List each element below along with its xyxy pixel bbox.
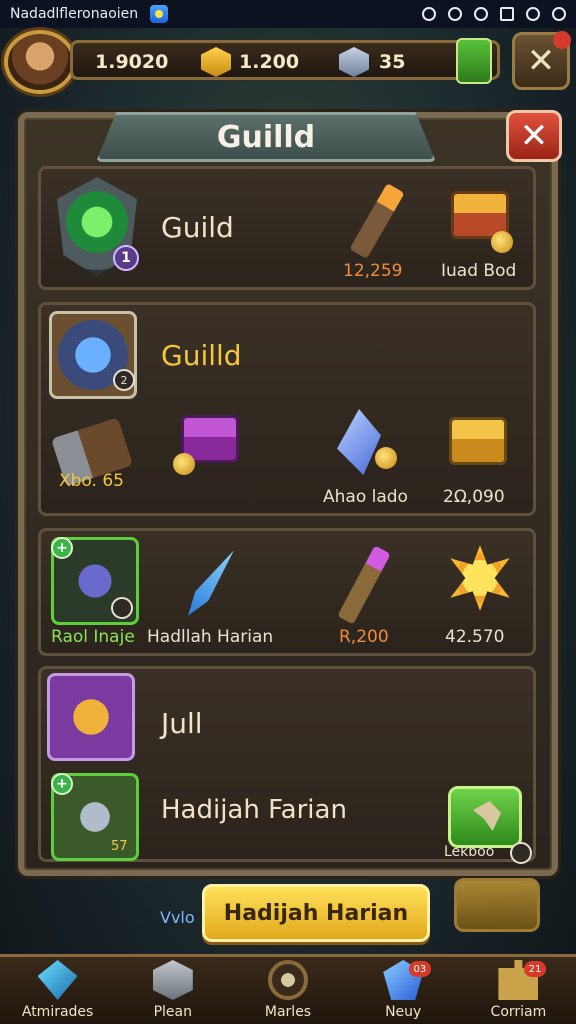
ring-icon <box>268 960 308 1000</box>
card-heading: Jull <box>161 707 203 740</box>
close-icon: ✕ <box>519 116 549 156</box>
resource-strip: 1.9020 1.200 35 <box>70 40 500 80</box>
nav-label: Neuy <box>385 1004 422 1020</box>
box-icon <box>152 960 193 1000</box>
coin-icon <box>491 231 513 253</box>
coin-icon <box>173 453 195 475</box>
clock-icon <box>510 842 532 864</box>
item-label: Ahao lado <box>323 487 408 507</box>
signal-icon <box>500 7 514 21</box>
claim-button[interactable] <box>448 786 522 848</box>
sync-icon <box>448 7 462 21</box>
coin-count: 1.9020 <box>95 51 169 73</box>
app-badge-icon <box>150 5 169 23</box>
status-title: Nadadlfleronaoien <box>10 6 139 22</box>
magic-wand-icon <box>337 545 391 625</box>
resource-bar: 1.9020 1.200 35 ✕ <box>0 30 576 94</box>
bottom-nav: Atmirades Plean Marles 03 Neuy 21 Corria… <box>0 954 576 1024</box>
background-text: Vvlo <box>160 908 195 927</box>
status-bar: Nadadlfleronaoien <box>0 0 576 28</box>
notification-badge: 21 <box>524 961 547 977</box>
nav-item-neuy[interactable]: 03 Neuy <box>346 957 461 1024</box>
notification-badge <box>553 31 571 49</box>
nav-item-plean[interactable]: Plean <box>115 957 230 1024</box>
gem-icon <box>37 960 78 1000</box>
item-value: R,200 <box>339 627 389 647</box>
item-value: 42.570 <box>445 627 505 647</box>
gem-count: 35 <box>379 51 406 73</box>
panel-close-button[interactable]: ✕ <box>506 110 562 162</box>
item-label: Xbo. 65 <box>59 471 124 491</box>
nav-label: Marles <box>264 1004 312 1020</box>
guild-card-1[interactable]: 1 Guild 12,259 Iuad Bod <box>38 166 536 290</box>
nav-item-corriam[interactable]: 21 Corriam <box>461 957 576 1024</box>
claim-button-label: Lekboo <box>444 844 495 860</box>
daily-button[interactable]: Hadijah Harian <box>202 884 430 942</box>
close-icon: ✕ <box>526 41 556 81</box>
level-badge: 1 <box>113 245 139 271</box>
item-label: Raol Inaje <box>51 627 135 647</box>
sun-emblem-icon <box>450 545 510 611</box>
nav-item-marles[interactable]: Marles <box>230 957 345 1024</box>
card-heading: Guild <box>161 211 234 244</box>
notification-badge: 03 <box>408 961 431 977</box>
treasure-chest-icon <box>47 673 135 761</box>
plus-icon: + <box>51 773 73 795</box>
ring-badge-icon <box>111 597 133 619</box>
item-label: Hadllah Harian <box>147 627 274 647</box>
item-value: 12,259 <box>343 261 403 281</box>
nav-label: Plean <box>153 1004 192 1020</box>
torch-icon <box>349 183 405 259</box>
status-icons <box>422 7 566 21</box>
card-subheading: Hadijah Farian <box>161 795 347 825</box>
panel-title: Guilld <box>96 112 436 162</box>
battery-icon <box>526 7 540 21</box>
blue-sword-icon <box>172 539 251 627</box>
settings-icon <box>552 7 566 21</box>
gold-icon <box>201 47 231 77</box>
claw-icon <box>473 801 501 831</box>
gem-icon <box>339 47 369 77</box>
gold-count: 1.200 <box>239 51 300 73</box>
plus-icon: + <box>51 537 73 559</box>
item-value: 2Ω,090 <box>443 487 505 507</box>
shop-icon[interactable] <box>456 38 492 84</box>
crystal-icon <box>337 409 381 475</box>
gold-chest-icon <box>449 417 507 465</box>
alarm-icon <box>422 7 436 21</box>
coin-icon <box>375 447 397 469</box>
guild-card-2[interactable]: 2 Guilld Xbo. 65 Ahao lado 2Ω,090 <box>38 302 536 516</box>
rank-badge: 2 <box>113 369 135 391</box>
player-avatar[interactable] <box>4 30 76 94</box>
side-action-button[interactable] <box>454 878 540 932</box>
menu-close-button[interactable]: ✕ <box>512 31 571 90</box>
nav-label: Atmirades <box>21 1004 94 1020</box>
card-heading: Guilld <box>161 339 242 372</box>
item-label: Iuad Bod <box>441 261 517 281</box>
wifi-icon <box>474 7 488 21</box>
guild-card-3[interactable]: + Raol Inaje Hadllah Harian R,200 42.570 <box>38 528 536 656</box>
nav-label: Corriam <box>490 1004 547 1020</box>
nav-item-atmirades[interactable]: Atmirades <box>0 957 115 1024</box>
item-badge: 57 <box>111 839 128 854</box>
